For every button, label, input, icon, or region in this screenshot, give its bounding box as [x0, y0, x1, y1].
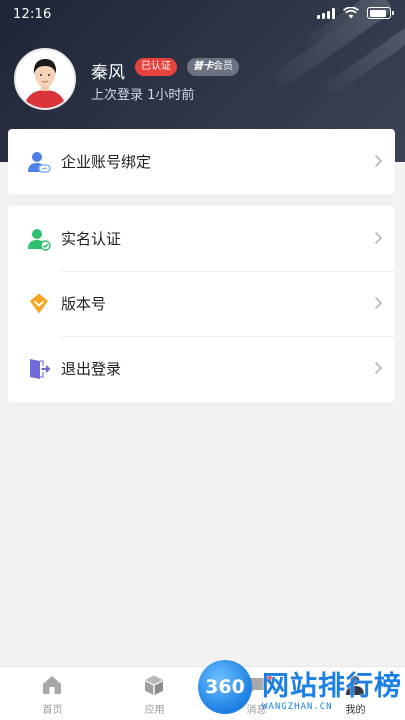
- watermark-logo: 360: [198, 660, 252, 714]
- watermark-subtitle: WANGZHAN.CN: [262, 702, 333, 712]
- home-icon: [43, 676, 61, 694]
- member-badge-brand: 普卡: [193, 61, 213, 72]
- chevron-right-icon: [374, 296, 383, 310]
- member-badge: 普卡会员: [187, 58, 239, 76]
- version-icon: [30, 293, 48, 314]
- menu-item-logout[interactable]: 退出登录: [8, 336, 395, 401]
- logout-icon: [30, 359, 51, 379]
- chevron-right-icon: [374, 154, 383, 168]
- real-name-verify-icon: [28, 229, 51, 251]
- menu-item-version[interactable]: 版本号: [8, 271, 395, 336]
- menu-item-enterprise-bind[interactable]: 企业账号绑定: [8, 129, 395, 194]
- menu-item-label: 版本号: [61, 295, 107, 313]
- battery-icon: [367, 7, 394, 19]
- avatar-person-icon: [16, 50, 74, 108]
- verified-badge: 已认证: [135, 58, 177, 76]
- menu-item-real-name-verify[interactable]: 实名认证: [8, 206, 395, 271]
- status-icons: [317, 7, 394, 19]
- chevron-right-icon: [374, 361, 383, 375]
- menu-item-label: 实名认证: [61, 230, 122, 248]
- member-badge-text: 会员: [213, 61, 233, 72]
- tab-label: 首页: [42, 705, 63, 716]
- menu-item-label: 企业账号绑定: [61, 153, 152, 171]
- signal-icon: [317, 7, 335, 19]
- apps-icon: [145, 675, 163, 695]
- user-name: 秦风: [91, 63, 125, 83]
- tab-home[interactable]: 首页: [12, 667, 93, 720]
- watermark-title: 网站排行榜: [262, 671, 402, 702]
- menu-item-label: 退出登录: [61, 360, 122, 378]
- wifi-icon: [343, 7, 359, 19]
- avatar[interactable]: [14, 48, 76, 110]
- last-login-text: 上次登录 1小时前: [91, 88, 195, 103]
- status-bar: 12:16: [0, 0, 405, 28]
- tab-apps[interactable]: 应用: [114, 667, 195, 720]
- tab-label: 应用: [144, 705, 165, 716]
- enterprise-bind-icon: [28, 152, 51, 173]
- status-time: 12:16: [13, 7, 52, 22]
- settings-card: 实名认证 版本号 退出登录: [8, 206, 395, 402]
- account-binding-card: 企业账号绑定: [8, 129, 395, 194]
- chevron-right-icon: [374, 231, 383, 245]
- profile-screen: 12:16 秦风 已认证 普卡会员 上次登录 1小时前 企业账号绑定 实名认证 …: [0, 0, 405, 720]
